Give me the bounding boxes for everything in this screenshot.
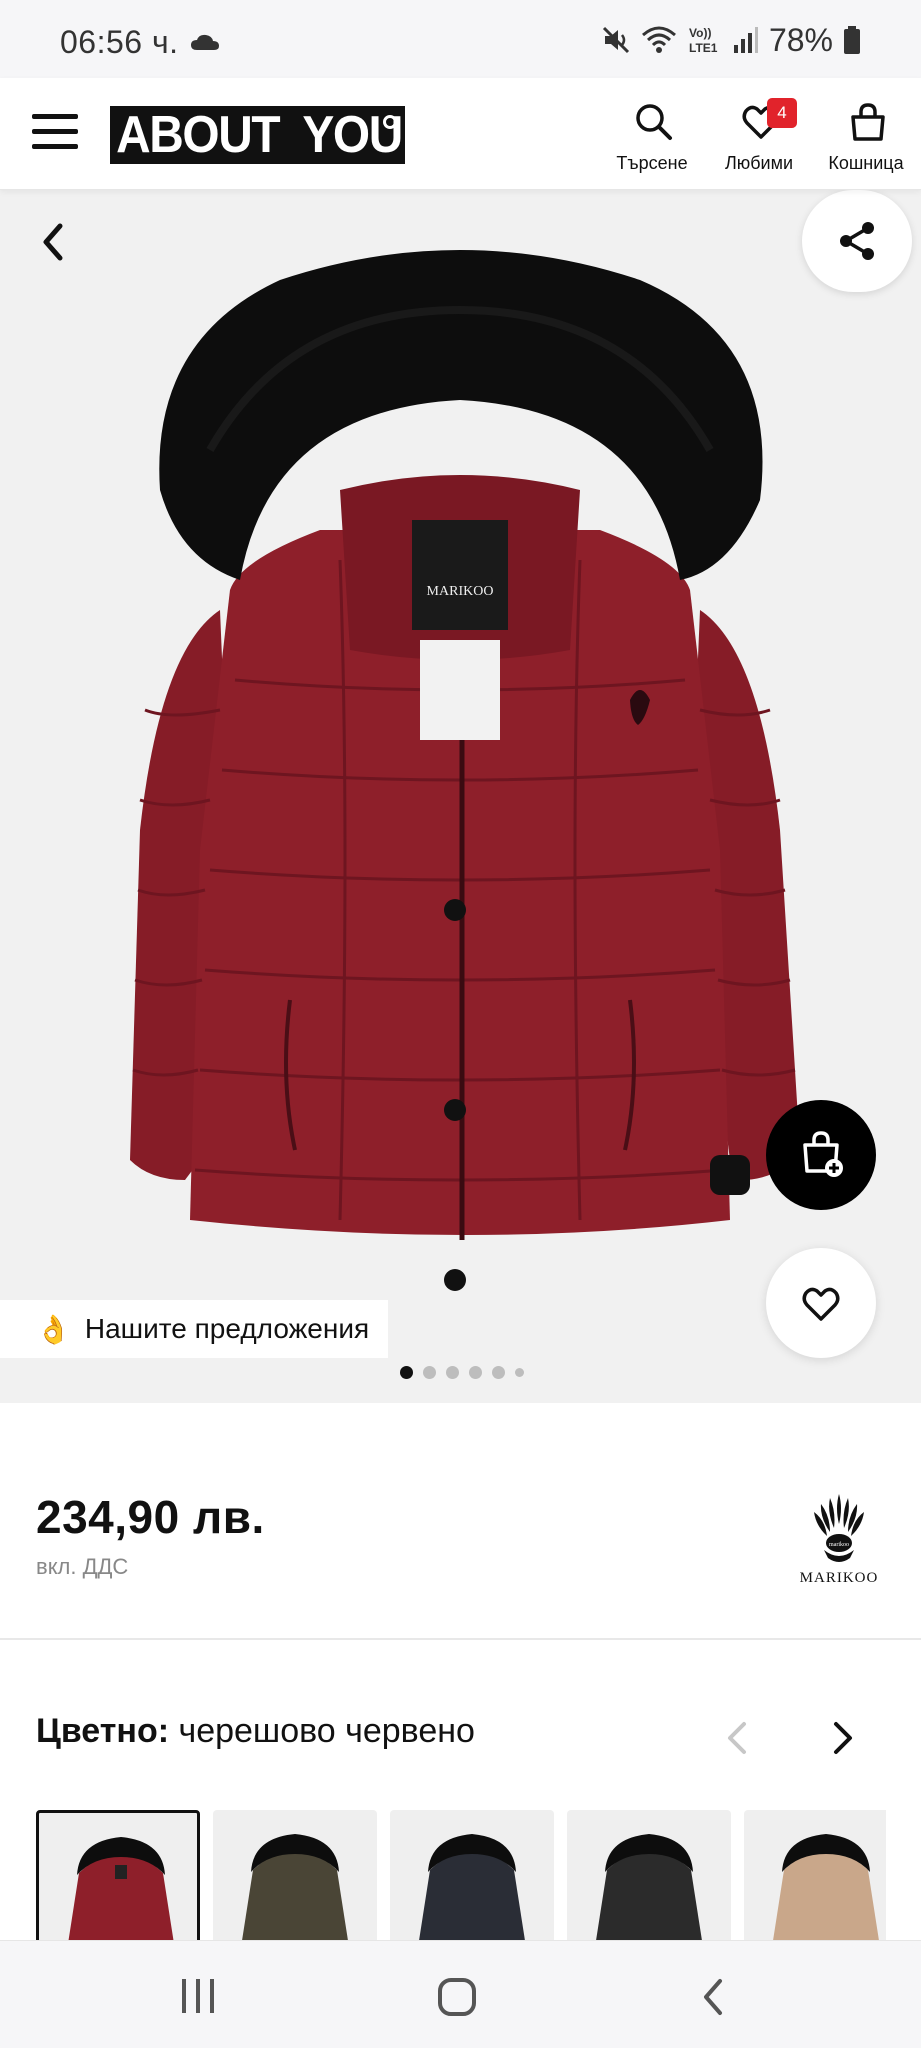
- pagination-dot[interactable]: [446, 1366, 459, 1379]
- pagination-dot[interactable]: [469, 1366, 482, 1379]
- color-selector-label: Цветно: черешово червено: [36, 1712, 475, 1751]
- color-swatch[interactable]: [567, 1810, 731, 1940]
- mute-icon: [602, 26, 630, 54]
- marikoo-logo-icon: marikoo: [814, 1494, 864, 1562]
- favorites-button[interactable]: 4 Любими: [709, 98, 809, 178]
- color-swatch[interactable]: [390, 1810, 554, 1940]
- color-swatch[interactable]: [36, 1810, 200, 1940]
- status-time: 06:56 ч.: [60, 24, 179, 60]
- bag-icon: [851, 103, 885, 141]
- status-bar: 06:56 ч. Vo)) LTE1 78%: [0, 0, 921, 78]
- color-next-button[interactable]: [828, 1718, 858, 1763]
- chevron-right-icon: [834, 1722, 852, 1754]
- favorites-label: Любими: [724, 153, 794, 173]
- wifi-icon: [641, 26, 676, 53]
- add-to-favorites-button[interactable]: [766, 1248, 876, 1358]
- section-divider: [0, 1638, 921, 1640]
- product-image-gallery[interactable]: MARIKOO 👌 Нашите предложения: [0, 190, 921, 1403]
- back-button[interactable]: [34, 218, 74, 266]
- app-header: ABOUT YOU Търсене 4 Любими Кошница: [0, 78, 921, 190]
- pagination-dot[interactable]: [515, 1368, 524, 1377]
- offers-chip[interactable]: 👌 Нашите предложения: [0, 1300, 388, 1358]
- search-button[interactable]: Търсене: [602, 98, 702, 178]
- cart-label: Кошница: [828, 153, 904, 173]
- search-icon: [636, 104, 672, 140]
- bag-plus-icon: [803, 1131, 843, 1177]
- svg-text:Vo)): Vo)): [689, 26, 711, 40]
- brand-logo[interactable]: marikoo MARIKOO: [788, 1488, 890, 1588]
- search-label: Търсене: [616, 153, 688, 173]
- color-key: Цветно:: [36, 1712, 170, 1750]
- signal-icon: [733, 27, 758, 53]
- color-swatch[interactable]: [213, 1810, 377, 1940]
- ok-hand-icon: 👌: [36, 1313, 71, 1345]
- svg-text:MARIKOO: MARIKOO: [427, 584, 494, 599]
- product-image[interactable]: MARIKOO: [90, 230, 830, 1360]
- pagination-dot[interactable]: [492, 1366, 505, 1379]
- volte-icon: Vo)) LTE1: [689, 26, 718, 55]
- offers-label: Нашите предложения: [84, 1313, 370, 1344]
- back-arrow-icon: [704, 1979, 722, 2015]
- cloud-icon: [191, 34, 219, 50]
- battery-icon: [844, 26, 860, 54]
- system-navigation-bar: [0, 1940, 921, 2048]
- brand-name: MARIKOO: [799, 1570, 879, 1586]
- system-back-button[interactable]: [698, 1977, 728, 2022]
- heart-icon: [802, 1287, 840, 1321]
- logo-ring-icon: [383, 115, 397, 129]
- cart-button[interactable]: Кошница: [816, 98, 916, 178]
- share-button[interactable]: [802, 190, 912, 292]
- recent-apps-button[interactable]: [178, 1977, 218, 2020]
- chevron-left-icon: [728, 1722, 746, 1754]
- gallery-pagination: [400, 1366, 524, 1379]
- add-to-cart-button[interactable]: [766, 1100, 876, 1210]
- pagination-dot[interactable]: [400, 1366, 413, 1379]
- product-price: 234,90 лв.: [36, 1491, 265, 1543]
- battery-percent: 78%: [768, 21, 833, 58]
- pagination-dot[interactable]: [423, 1366, 436, 1379]
- color-swatch[interactable]: [744, 1810, 886, 1940]
- price-block: 234,90 лв. вкл. ДДС: [36, 1490, 265, 1580]
- color-value: черешово червено: [178, 1712, 475, 1750]
- svg-text:marikoo: marikoo: [829, 1542, 849, 1548]
- about-you-logo[interactable]: ABOUT YOU: [110, 106, 405, 164]
- share-icon: [840, 222, 874, 260]
- color-prev-button[interactable]: [722, 1718, 752, 1763]
- favorites-badge: 4: [767, 98, 797, 128]
- home-icon: [438, 1978, 476, 2016]
- logo-text-left: ABOUT: [115, 106, 281, 164]
- recent-apps-icon: [182, 1979, 214, 2013]
- home-button[interactable]: [436, 1977, 478, 2022]
- status-icons: Vo)) LTE1 78%: [601, 22, 861, 58]
- chevron-left-icon: [43, 223, 63, 261]
- menu-button[interactable]: [32, 112, 80, 152]
- color-swatches: [36, 1810, 886, 1940]
- svg-text:LTE1: LTE1: [689, 41, 718, 55]
- vat-note: вкл. ДДС: [36, 1554, 129, 1579]
